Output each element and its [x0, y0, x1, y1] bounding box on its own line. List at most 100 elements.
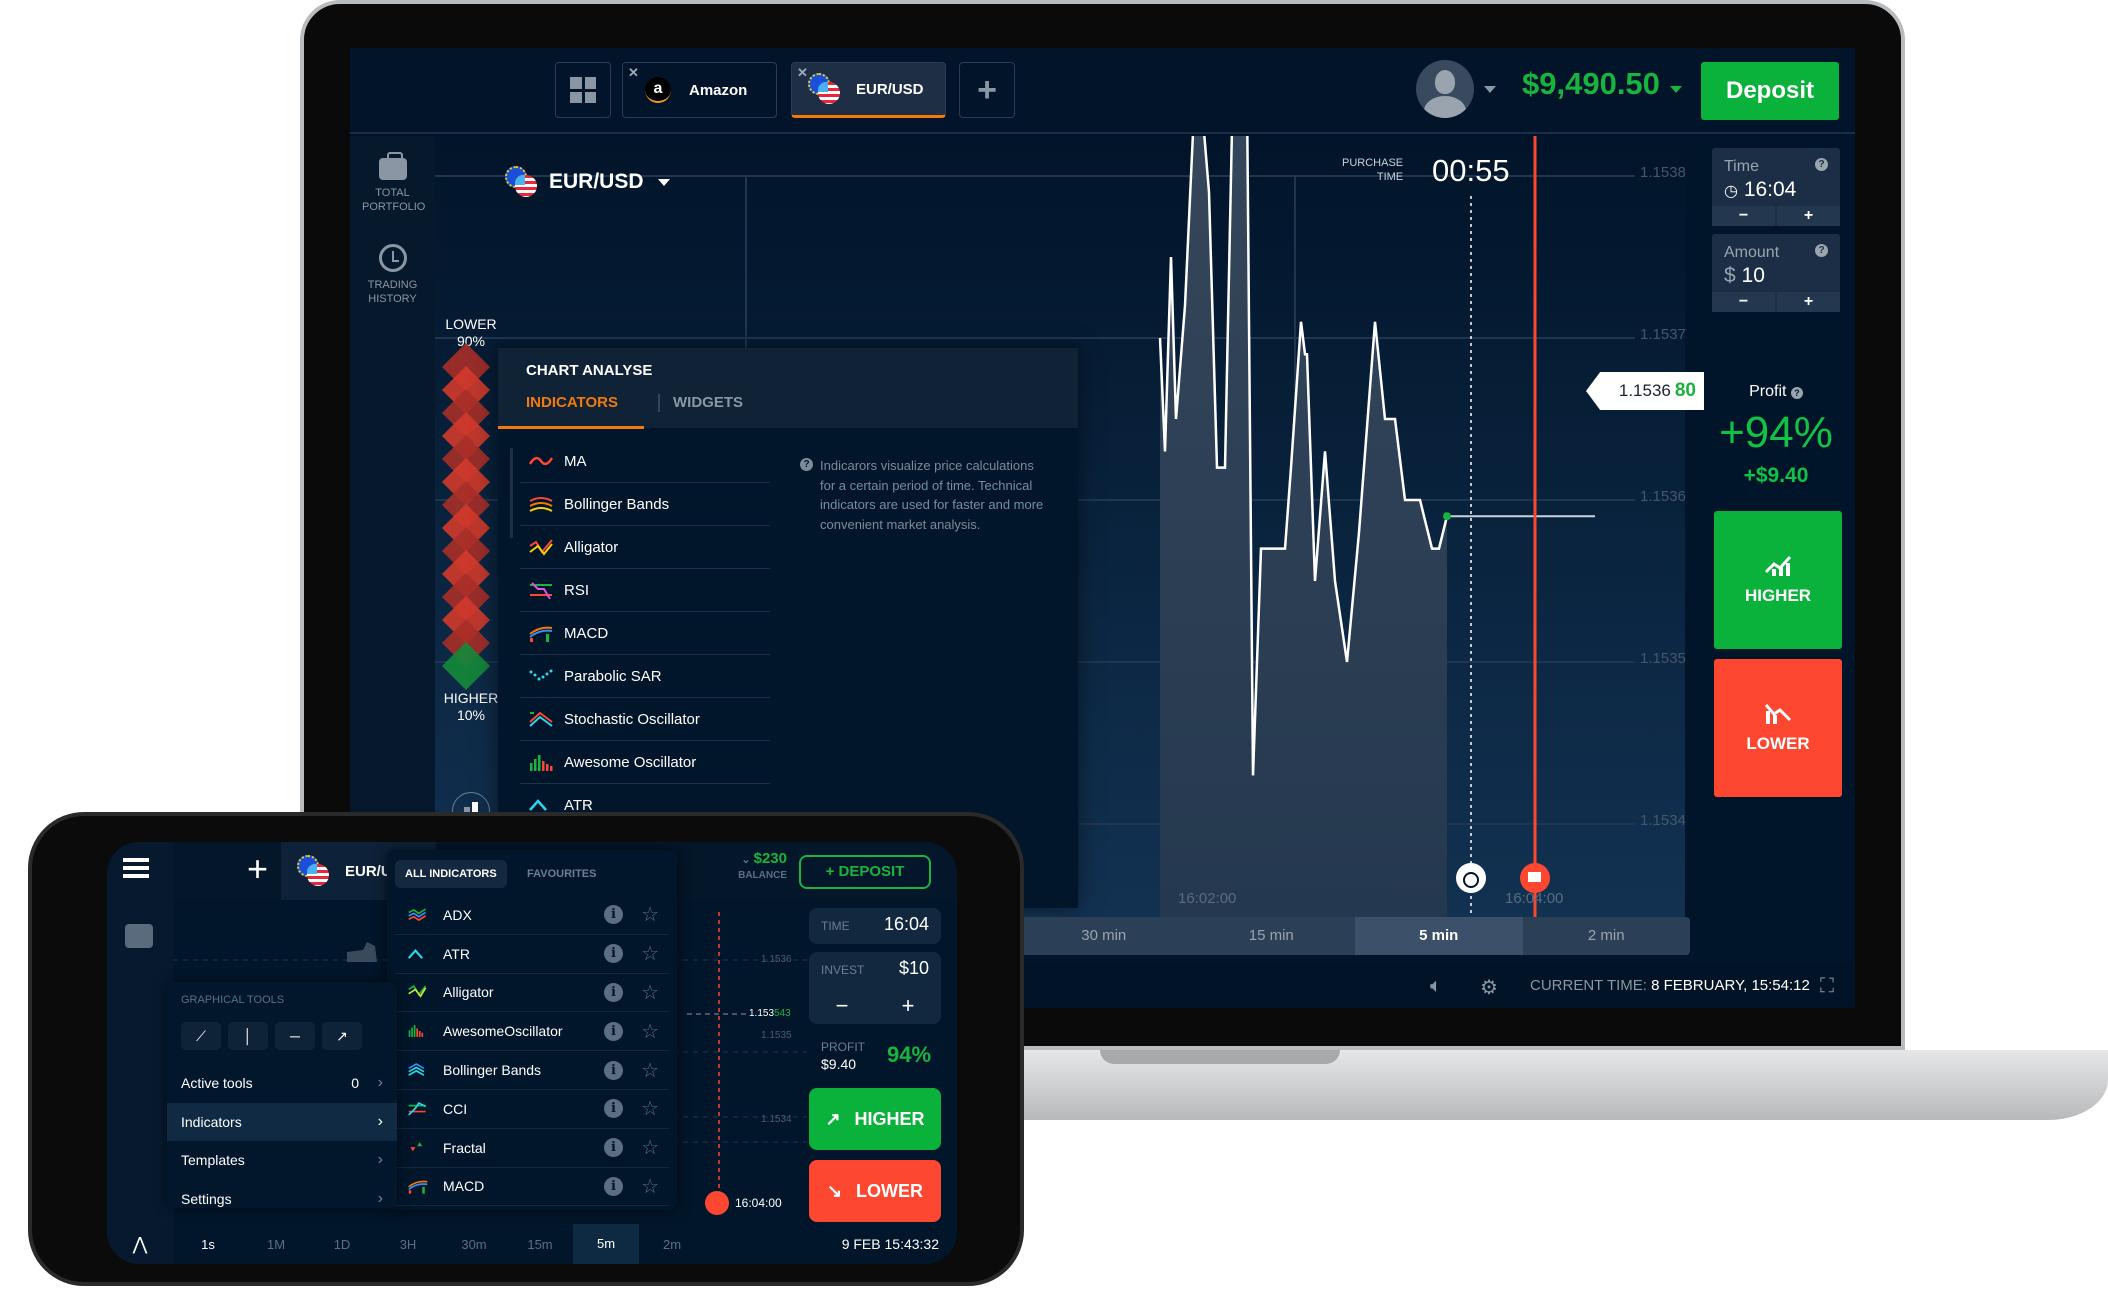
deposit-button[interactable]: Deposit: [1701, 62, 1839, 120]
info-icon[interactable]: i: [604, 1099, 623, 1119]
timeframe-option[interactable]: 2 min: [1523, 917, 1691, 955]
star-icon[interactable]: ☆: [641, 980, 659, 1005]
info-icon[interactable]: i: [604, 1060, 623, 1080]
indicator-item[interactable]: Alligator: [520, 526, 770, 569]
info-icon[interactable]: i: [604, 1021, 623, 1041]
avatar[interactable]: [1416, 60, 1474, 118]
mobile-indicator-item[interactable]: Bollinger Bands i ☆: [395, 1051, 669, 1090]
compass-icon[interactable]: ⋀: [107, 1234, 173, 1255]
close-tab-icon[interactable]: ✕: [797, 65, 808, 81]
volume-icon[interactable]: 🔈︎: [1430, 975, 1442, 998]
mobile-indicator-item[interactable]: Alligator i ☆: [395, 974, 669, 1013]
amount-increase-button[interactable]: +: [1777, 292, 1840, 312]
help-icon[interactable]: ?: [1815, 244, 1828, 257]
mobile-indicator-item[interactable]: Fractal i ☆: [395, 1129, 669, 1168]
gear-icon[interactable]: ⚙: [1480, 975, 1498, 1000]
help-icon[interactable]: ?: [1815, 158, 1828, 171]
menu-icon[interactable]: [123, 858, 149, 878]
info-icon[interactable]: i: [604, 1138, 623, 1158]
mobile-timeframe-option[interactable]: 30m: [441, 1237, 507, 1252]
indicator-item[interactable]: MACD: [520, 612, 770, 655]
mobile-timeframe-option[interactable]: 1M: [243, 1237, 309, 1252]
info-icon[interactable]: i: [604, 1176, 623, 1196]
sidebar-item-trading-history[interactable]: TRADING HISTORY: [350, 244, 435, 306]
higher-button[interactable]: HIGHER: [1714, 511, 1842, 649]
indicator-label: Awesome Oscillator: [564, 753, 697, 771]
ray-tool-icon[interactable]: ↗: [322, 1022, 362, 1050]
timeframe-option[interactable]: 30 min: [1020, 917, 1188, 955]
tab-eur-usd[interactable]: ✕ EUR/USD: [791, 62, 946, 118]
invest-decrease-button[interactable]: −: [809, 988, 875, 1024]
star-icon[interactable]: ☆: [641, 941, 659, 966]
star-icon[interactable]: ☆: [641, 902, 659, 927]
timeframe-option[interactable]: 5 min: [1355, 917, 1523, 955]
help-icon[interactable]: ?: [1790, 387, 1803, 399]
tools-menu-item[interactable]: Templates ›: [167, 1141, 397, 1180]
time-increase-button[interactable]: +: [1777, 206, 1840, 226]
scrollbar[interactable]: [510, 448, 513, 538]
mobile-timeframe-option[interactable]: 1s: [173, 1237, 243, 1252]
mobile-timeframe-option[interactable]: 15m: [507, 1237, 573, 1252]
mobile-balance[interactable]: ⌄ $230: [707, 850, 787, 867]
tab-all-indicators[interactable]: ALL INDICATORS: [395, 860, 507, 888]
indicator-item[interactable]: Stochastic Oscillator: [520, 698, 770, 741]
time-value[interactable]: ◷ 16:04: [1724, 178, 1796, 202]
briefcase-icon[interactable]: [125, 924, 153, 948]
star-icon[interactable]: ☆: [641, 1135, 659, 1160]
mobile-timeframe-option[interactable]: 3H: [375, 1237, 441, 1252]
time-decrease-button[interactable]: −: [1712, 206, 1775, 226]
trend-line-tool-icon[interactable]: ⟋: [181, 1022, 221, 1050]
mobile-higher-button[interactable]: ↗ HIGHER: [809, 1088, 941, 1150]
time-label: TIME: [821, 919, 850, 933]
vertical-line-tool-icon[interactable]: │: [228, 1022, 268, 1050]
indicator-item[interactable]: MA: [520, 440, 770, 483]
tab-favourites[interactable]: FAVOURITES: [517, 860, 606, 888]
stopwatch-icon: [1456, 863, 1486, 893]
invest-value[interactable]: $10: [899, 958, 929, 979]
mobile-indicator-item[interactable]: CCI i ☆: [395, 1090, 669, 1129]
indicator-item[interactable]: Awesome Oscillator: [520, 741, 770, 784]
tab-indicators[interactable]: INDICATORS: [526, 394, 618, 411]
tools-menu-item[interactable]: Settings ›: [167, 1180, 397, 1219]
chevron-down-icon[interactable]: [1484, 86, 1496, 93]
star-icon[interactable]: ☆: [641, 1019, 659, 1044]
mobile-deposit-button[interactable]: + DEPOSIT: [799, 855, 931, 889]
tab-amazon[interactable]: ✕ a Amazon: [622, 62, 777, 118]
invest-increase-button[interactable]: +: [875, 988, 941, 1024]
mobile-indicator-item[interactable]: ATR i ☆: [395, 935, 669, 974]
lower-button[interactable]: LOWER: [1714, 659, 1842, 797]
all-assets-button[interactable]: [555, 62, 611, 118]
asset-selector[interactable]: EUR/USD: [505, 166, 670, 198]
star-icon[interactable]: ☆: [641, 1058, 659, 1083]
star-icon[interactable]: ☆: [641, 1174, 659, 1199]
close-tab-icon[interactable]: ✕: [628, 65, 639, 81]
star-icon[interactable]: ☆: [641, 1096, 659, 1121]
tab-widgets[interactable]: WIDGETS: [673, 394, 743, 411]
mobile-lower-button[interactable]: ↘ LOWER: [809, 1160, 941, 1222]
info-icon[interactable]: i: [604, 905, 623, 925]
indicator-item[interactable]: Bollinger Bands: [520, 483, 770, 526]
info-icon[interactable]: i: [604, 944, 623, 964]
indicator-item[interactable]: Parabolic SAR: [520, 655, 770, 698]
timeframe-option[interactable]: 15 min: [1188, 917, 1356, 955]
fullscreen-icon[interactable]: ⛶: [1820, 975, 1834, 998]
mobile-indicator-item[interactable]: ADX i ☆: [395, 896, 669, 935]
tools-menu-item[interactable]: Indicators ›: [167, 1102, 397, 1141]
horizontal-line-tool-icon[interactable]: ─: [275, 1022, 315, 1050]
amount-input[interactable]: $ 10: [1724, 264, 1765, 288]
mobile-indicator-item[interactable]: AwesomeOscillator i ☆: [395, 1012, 669, 1052]
mobile-timeframe-option[interactable]: 1D: [309, 1237, 375, 1252]
mobile-indicator-item[interactable]: MACD i ☆: [395, 1168, 669, 1207]
mobile-time-control[interactable]: TIME 16:04: [809, 908, 941, 944]
tools-menu-item[interactable]: Active tools 0 ›: [167, 1064, 397, 1103]
mobile-timeframe-option[interactable]: 5m: [573, 1224, 639, 1264]
indicator-item[interactable]: RSI: [520, 569, 770, 612]
info-icon[interactable]: i: [604, 982, 623, 1002]
account-balance[interactable]: $9,490.50: [1522, 66, 1660, 102]
sidebar-item-total-portfolio[interactable]: TOTAL PORTFOLIO: [350, 152, 435, 214]
add-asset-button[interactable]: +: [247, 848, 268, 890]
chevron-down-icon[interactable]: [1670, 86, 1682, 93]
add-tab-button[interactable]: +: [959, 62, 1015, 118]
amount-decrease-button[interactable]: −: [1712, 292, 1775, 312]
mobile-timeframe-option[interactable]: 2m: [639, 1237, 705, 1252]
